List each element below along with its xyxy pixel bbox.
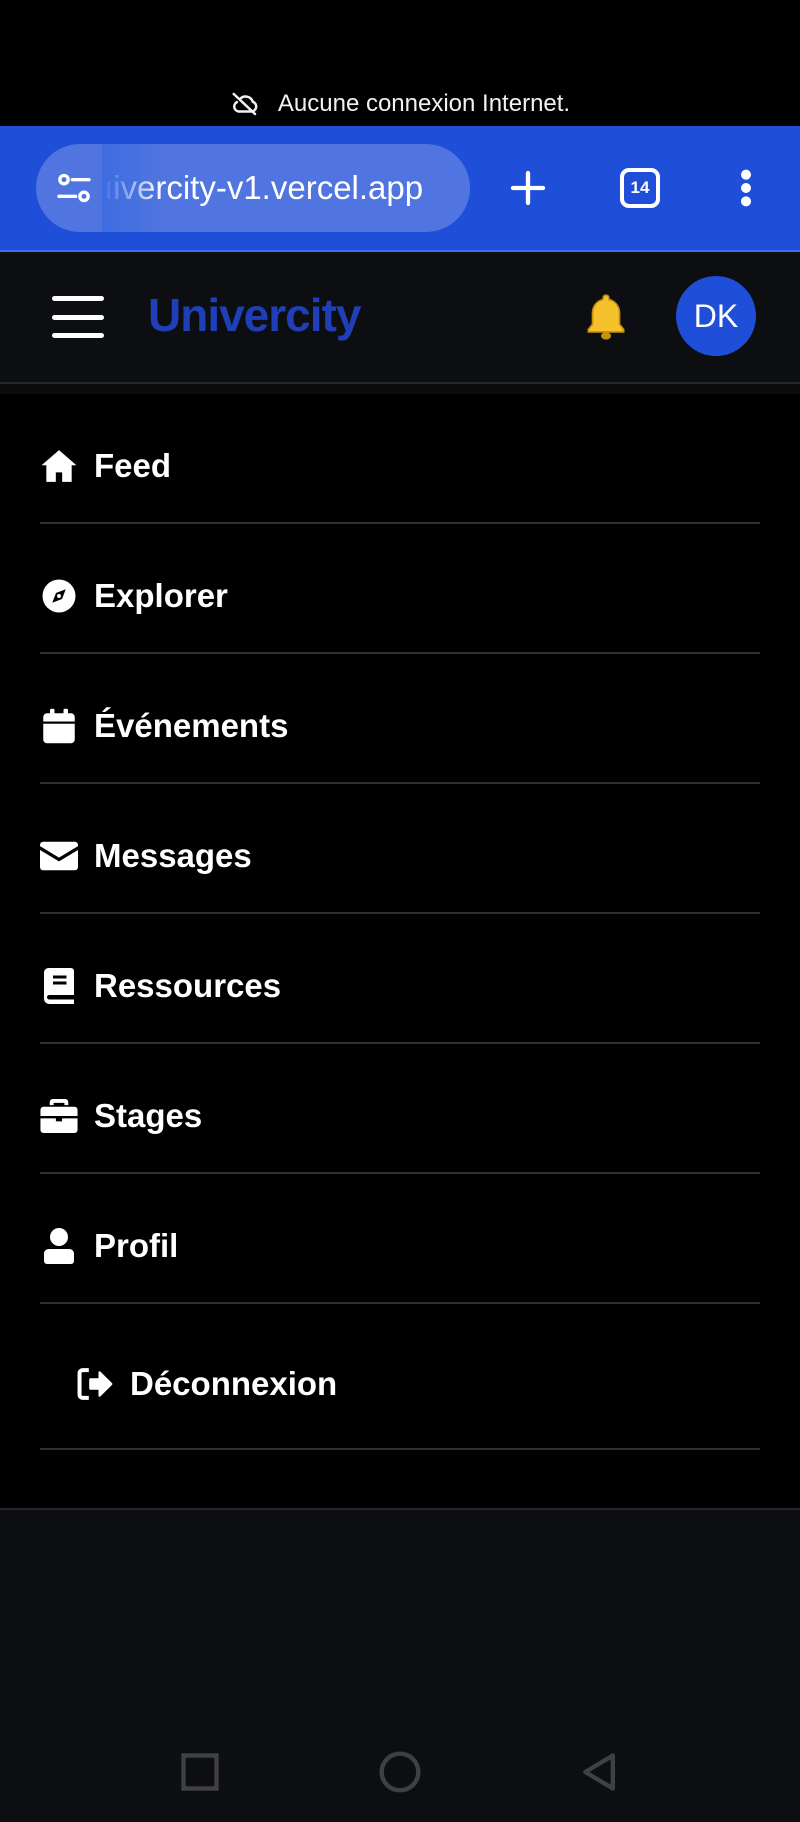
brand-logo[interactable]: Univercity: [148, 288, 361, 342]
tab-count: 14: [620, 168, 660, 208]
bell-icon: [587, 294, 625, 340]
more-vertical-icon: [741, 169, 751, 207]
nav-item-ressources[interactable]: Ressources: [40, 914, 760, 1044]
back-triangle-icon[interactable]: [578, 1750, 622, 1794]
menu-toggle-button[interactable]: [52, 296, 104, 338]
nav-label-evenements: Événements: [94, 707, 289, 744]
logout-button[interactable]: Déconnexion: [40, 1304, 760, 1450]
nav-item-profil[interactable]: Profil: [40, 1174, 760, 1304]
nav-item-evenements[interactable]: Événements: [40, 654, 760, 784]
notifications-bell-button[interactable]: [576, 288, 636, 348]
tab-switcher-button[interactable]: 14: [612, 160, 668, 216]
nav-label-stages: Stages: [94, 1097, 203, 1134]
nav-label-feed: Feed: [94, 447, 172, 484]
nav-item-stages[interactable]: Stages: [40, 1044, 760, 1174]
nav-item-messages[interactable]: Messages: [40, 784, 760, 914]
home-circle-icon[interactable]: [378, 1750, 422, 1794]
plus-icon: [510, 170, 546, 206]
briefcase-icon: [40, 1097, 78, 1135]
nav-drawer: Feed Explorer Événements Messages Ressou…: [0, 394, 800, 1510]
nav-label-explorer: Explorer: [94, 577, 228, 614]
app-header: Univercity DK: [0, 252, 800, 384]
offline-banner: Aucune connexion Internet.: [0, 86, 800, 122]
browser-toolbar: ıivercity-v1.vercel.app 14: [0, 126, 800, 252]
nav-label-ressources: Ressources: [94, 967, 282, 1004]
nav-item-explorer[interactable]: Explorer: [40, 524, 760, 654]
book-icon: [40, 967, 78, 1005]
recents-icon[interactable]: [178, 1750, 222, 1794]
cloud-off-icon: [232, 92, 258, 116]
offline-text: Aucune connexion Internet.: [277, 90, 571, 117]
system-navigation-bar: [0, 1740, 800, 1800]
logout-label: Déconnexion: [130, 1365, 338, 1402]
user-icon: [40, 1227, 78, 1265]
address-bar[interactable]: ıivercity-v1.vercel.app: [36, 144, 470, 232]
site-settings-icon[interactable]: [54, 168, 94, 208]
nav-label-profil: Profil: [94, 1227, 179, 1264]
logout-icon: [76, 1365, 114, 1403]
new-tab-button[interactable]: [500, 160, 556, 216]
envelope-icon: [40, 837, 78, 875]
user-avatar[interactable]: DK: [676, 276, 756, 356]
nav-label-messages: Messages: [94, 837, 252, 874]
nav-item-feed[interactable]: Feed: [40, 394, 760, 524]
compass-icon: [40, 577, 78, 615]
calendar-icon: [40, 707, 78, 745]
home-icon: [40, 447, 78, 485]
status-bar: Aucune connexion Internet.: [0, 0, 800, 126]
browser-menu-button[interactable]: [718, 160, 774, 216]
